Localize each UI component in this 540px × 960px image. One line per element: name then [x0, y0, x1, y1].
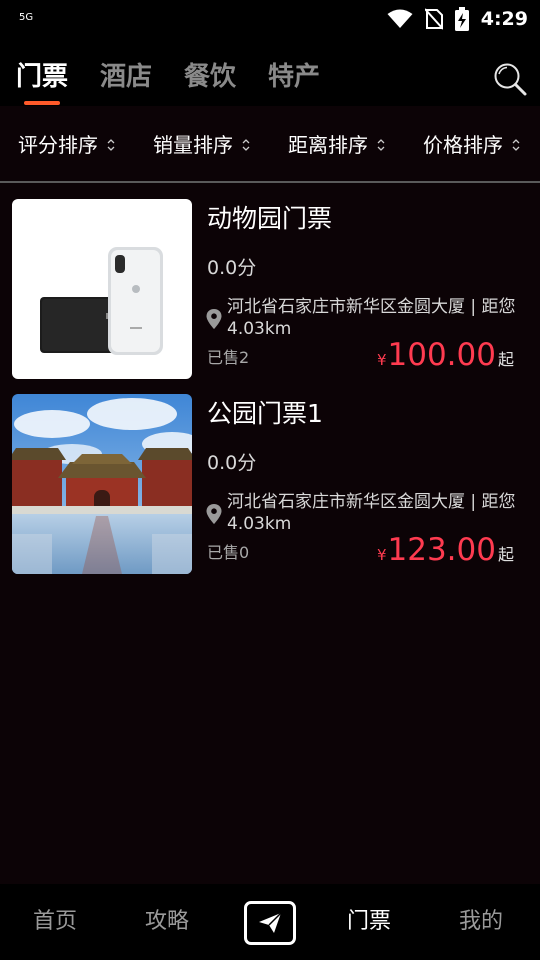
listing-price: ¥ 100.00 起	[377, 337, 514, 373]
wifi-icon	[387, 9, 413, 28]
sort-toggle-icon	[377, 139, 385, 151]
sort-by-distance[interactable]: 距离排序	[288, 132, 386, 158]
no-sim-icon	[424, 8, 443, 30]
sort-toggle-icon	[242, 139, 250, 151]
price-value: 100.00	[387, 337, 496, 373]
listing-thumbnail	[12, 199, 192, 379]
sort-label: 销量排序	[153, 133, 233, 157]
price-currency: ¥	[376, 546, 387, 564]
listing-sold-count: 已售0	[207, 543, 250, 562]
nav-home[interactable]: 首页	[33, 908, 77, 936]
listing-score: 0.0分	[207, 257, 257, 279]
phone-and-wallet-image	[12, 199, 192, 379]
nav-profile[interactable]: 我的	[459, 908, 503, 936]
sort-by-sales[interactable]: 销量排序	[153, 132, 251, 158]
sort-label: 距离排序	[288, 133, 368, 157]
tab-dining[interactable]: 餐饮	[184, 60, 236, 94]
sort-toggle-icon	[512, 139, 520, 151]
nav-tickets[interactable]: 门票	[347, 908, 391, 936]
listing-address: 河北省石家庄市新华区金圆大厦 | 距您4.03km	[227, 297, 516, 339]
price-suffix: 起	[497, 350, 514, 369]
price-value: 123.00	[387, 532, 496, 568]
tab-hotels[interactable]: 酒店	[100, 60, 152, 94]
location-pin-icon	[206, 309, 222, 329]
palace-image	[12, 394, 192, 574]
tab-specialties[interactable]: 特产	[268, 60, 320, 94]
sort-toggle-icon	[107, 139, 115, 151]
sort-bar: 评分排序 销量排序 距离排序 价格排序	[0, 106, 540, 183]
sort-label: 价格排序	[423, 133, 503, 157]
listing-title: 公园门票1	[207, 399, 323, 428]
status-time: 4:29	[480, 8, 528, 30]
sort-by-price[interactable]: 价格排序	[423, 132, 521, 158]
paper-plane-icon	[259, 912, 282, 933]
listing-address: 河北省石家庄市新华区金圆大厦 | 距您4.03km	[227, 492, 516, 534]
active-tab-indicator	[24, 101, 60, 105]
status-bar: 5G 4:29	[0, 0, 540, 38]
listing-price: ¥ 123.00 起	[377, 532, 514, 568]
listing-score: 0.0分	[207, 452, 257, 474]
nav-guides[interactable]: 攻略	[145, 908, 189, 936]
category-tabs: 门票 酒店 餐饮 特产	[0, 38, 540, 106]
sort-label: 评分排序	[18, 133, 98, 157]
battery-charging-icon	[454, 7, 469, 31]
price-currency: ¥	[376, 351, 387, 369]
listing-thumbnail	[12, 394, 192, 574]
bottom-nav: 首页 攻略 门票 我的	[0, 884, 540, 960]
network-indicator: 5G	[19, 12, 34, 23]
tab-tickets[interactable]: 门票	[16, 60, 68, 94]
list-item[interactable]: 动物园门票 0.0分 河北省石家庄市新华区金圆大厦 | 距您4.03km 已售2…	[0, 185, 540, 379]
sort-by-rating[interactable]: 评分排序	[18, 132, 116, 158]
status-icons: 4:29	[387, 5, 528, 33]
listing-title: 动物园门票	[207, 204, 333, 233]
price-suffix: 起	[497, 545, 514, 564]
location-pin-icon	[206, 504, 222, 524]
search-icon[interactable]	[492, 61, 528, 97]
list-item[interactable]: 公园门票1 0.0分 河北省石家庄市新华区金圆大厦 | 距您4.03km 已售0…	[0, 380, 540, 574]
listing-sold-count: 已售2	[207, 348, 250, 367]
nav-center-button[interactable]	[244, 901, 296, 945]
